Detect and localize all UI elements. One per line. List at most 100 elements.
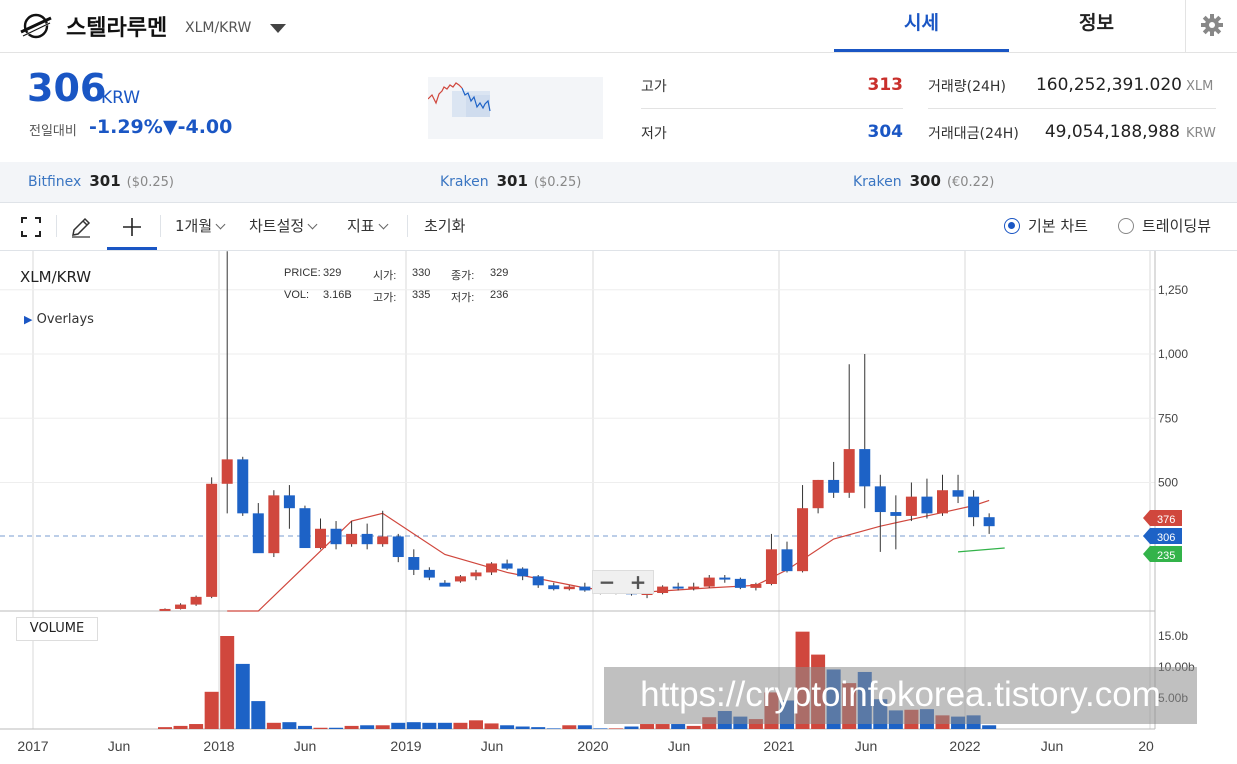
candle-body: [937, 490, 948, 514]
tradingview-radio[interactable]: [1118, 218, 1134, 234]
volume-bar: [158, 727, 172, 729]
candle-body: [703, 577, 715, 587]
exchange-kraken-usd[interactable]: Kraken 301 ($0.25): [440, 172, 581, 190]
volume-bar: [266, 722, 281, 729]
volume-bar: [189, 724, 204, 729]
current-price-tag: 306: [1157, 532, 1175, 544]
info-close-value: 329: [490, 267, 509, 279]
basic-chart-radio[interactable]: [1004, 218, 1020, 234]
period-label: 1개월: [175, 217, 213, 235]
x-tick-label: 2019: [390, 738, 421, 754]
zoom-out-button[interactable]: −: [592, 571, 622, 593]
y-tick-label: 1,250: [1158, 283, 1188, 297]
candle-body: [765, 549, 777, 585]
x-tick-label: Jun: [855, 738, 878, 754]
candle-body: [392, 536, 404, 558]
x-tick-label: 2018: [203, 738, 234, 754]
candle-body: [439, 582, 451, 587]
low-value: 304: [867, 122, 904, 142]
candle-body: [299, 508, 311, 549]
volume-bar: [391, 722, 406, 729]
volume-24h-unit: XLM: [1186, 79, 1214, 94]
x-tick-label: 2022: [949, 738, 980, 754]
candle-body: [252, 513, 264, 554]
volume-bar: [671, 724, 686, 729]
chevron-down-icon: [215, 219, 226, 230]
candle-body: [190, 596, 202, 605]
candle-body: [843, 449, 855, 493]
watermark: https://cryptoinfokorea.tistory.com: [604, 667, 1197, 724]
tab-info[interactable]: 정보: [1009, 0, 1184, 52]
candle-body: [734, 578, 746, 588]
chevron-down-icon: [307, 219, 318, 230]
indicators-dropdown[interactable]: 지표: [347, 215, 389, 236]
info-low-label: 저가:: [451, 292, 475, 304]
high-value: 313: [867, 75, 904, 95]
zoom-in-button[interactable]: +: [623, 571, 653, 593]
candle-body: [859, 449, 871, 487]
tab-price[interactable]: 시세: [834, 0, 1009, 52]
exchange-kraken-eur[interactable]: Kraken 300 (€0.22): [853, 172, 994, 190]
exchange-price: 301: [89, 172, 121, 190]
volume-24h-value: 160,252,391.020: [1035, 75, 1182, 95]
crosshair-tool-button[interactable]: [107, 205, 157, 250]
turnover-24h-unit: KRW: [1186, 126, 1216, 141]
candle-body: [361, 533, 373, 545]
volume-bar: [624, 726, 639, 729]
stellar-logo-icon: [20, 13, 52, 39]
candle-body: [983, 517, 995, 527]
x-tick-label: 20: [1138, 738, 1154, 754]
volume-bar: [593, 728, 608, 729]
fullscreen-icon[interactable]: [21, 217, 41, 237]
exchange-eur-price: (€0.22): [946, 175, 995, 190]
overlays-toggle[interactable]: ▶ Overlays: [24, 312, 94, 327]
change-percent: -1.29%: [89, 116, 163, 138]
candle-body: [330, 528, 342, 545]
candle-body: [346, 533, 358, 545]
basic-chart-label[interactable]: 기본 차트: [1028, 215, 1088, 236]
volume-bar: [608, 728, 623, 729]
candle-body: [828, 479, 840, 493]
candle-body: [206, 483, 218, 597]
candle-body: [890, 512, 902, 516]
candle-body: [268, 495, 280, 554]
info-vol-label: VOL:: [284, 289, 310, 301]
volume-panel-label: VOLUME: [16, 617, 98, 641]
pencil-icon[interactable]: [70, 216, 92, 238]
candle-body: [175, 604, 187, 609]
volume-bar: [220, 636, 235, 729]
exchange-name: Kraken: [440, 174, 489, 190]
change-amount: ▼-4.00: [163, 116, 233, 138]
volume-bar: [251, 701, 266, 729]
candle-body: [563, 586, 575, 590]
chart-settings-dropdown[interactable]: 차트설정: [249, 215, 318, 236]
x-tick-label: 2017: [17, 738, 48, 754]
exchange-bitfinex[interactable]: Bitfinex 301 ($0.25): [28, 172, 174, 190]
settings-button[interactable]: [1185, 0, 1237, 52]
candle-body: [237, 459, 249, 514]
volume-bar: [437, 722, 452, 729]
candle-body: [812, 479, 824, 509]
volume-bar: [546, 728, 561, 729]
candle-body: [797, 508, 809, 572]
reset-button[interactable]: 초기화: [424, 215, 465, 236]
candle-body: [423, 569, 435, 578]
tradingview-label[interactable]: 트레이딩뷰: [1142, 215, 1211, 236]
x-tick-label: Jun: [294, 738, 317, 754]
candle-body: [719, 577, 731, 580]
period-dropdown[interactable]: 1개월: [175, 215, 226, 236]
exchange-name: Kraken: [853, 174, 902, 190]
x-tick-label: Jun: [1041, 738, 1064, 754]
x-tick-label: 2020: [577, 738, 608, 754]
volume-bar: [515, 726, 530, 729]
change-label: 전일대비: [29, 124, 77, 139]
chart-title: XLM/KRW: [20, 268, 92, 286]
y-tick-label: 500: [1158, 476, 1178, 490]
volume-bar: [640, 724, 655, 729]
info-high-value: 335: [412, 289, 431, 301]
divider: [56, 215, 57, 237]
divider: [928, 108, 1216, 109]
lower-price-tag: 235: [1157, 550, 1175, 562]
candle-body: [952, 490, 964, 497]
coin-select-dropdown-icon[interactable]: [270, 24, 286, 33]
